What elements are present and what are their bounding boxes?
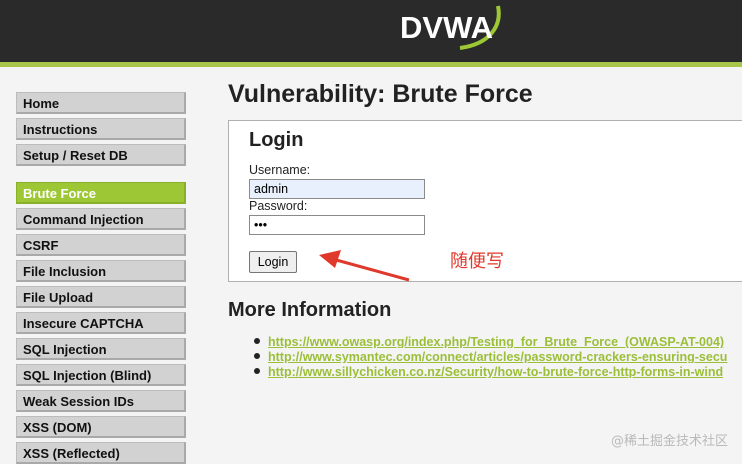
more-info-links: https://www.owasp.org/index.php/Testing_… [252,333,742,378]
sidebar-item-xss-reflected[interactable]: XSS (Reflected) [16,442,186,464]
annotation-text: 随便写 [450,251,504,272]
dvwa-logo-graphic: DVWA [400,5,501,50]
sidebar-group-general: Home Instructions Setup / Reset DB [16,92,186,166]
annotation-arrow-icon [319,250,410,282]
header-accent-stripe [0,62,742,67]
owasp-link[interactable]: https://www.owasp.org/index.php/Testing_… [268,335,724,348]
sidebar-item-weak-session-ids[interactable]: Weak Session IDs [16,390,186,412]
sidebar-item-file-inclusion[interactable]: File Inclusion [16,260,186,282]
logo-text: DVWA [400,10,493,45]
sidebar-item-command-injection[interactable]: Command Injection [16,208,186,230]
symantec-link[interactable]: http://www.symantec.com/connect/articles… [268,350,727,363]
page-title: Vulnerability: Brute Force [228,80,533,108]
sidebar-item-instructions[interactable]: Instructions [16,118,186,140]
sidebar-item-insecure-captcha[interactable]: Insecure CAPTCHA [16,312,186,334]
list-item: http://www.symantec.com/connect/articles… [252,348,742,363]
sidebar-item-csrf[interactable]: CSRF [16,234,186,256]
sidebar-item-brute-force[interactable]: Brute Force [16,182,186,204]
login-heading: Login [249,129,304,151]
sidebar-item-file-upload[interactable]: File Upload [16,286,186,308]
list-item: http://www.sillychicken.co.nz/Security/h… [252,363,742,378]
more-info-heading: More Information [228,299,392,321]
sidebar-item-sql-injection[interactable]: SQL Injection [16,338,186,360]
sidebar-item-sql-injection-blind[interactable]: SQL Injection (Blind) [16,364,186,386]
list-item: https://www.owasp.org/index.php/Testing_… [252,333,742,348]
main-content: Vulnerability: Brute Force Login Usernam… [228,78,742,282]
dvwa-logo: DVWA [398,4,508,50]
sillychicken-link[interactable]: http://www.sillychicken.co.nz/Security/h… [268,365,723,378]
sidebar-item-setup-reset-db[interactable]: Setup / Reset DB [16,144,186,166]
sidebar-item-xss-dom[interactable]: XSS (DOM) [16,416,186,438]
watermark: @稀土掘金技术社区 [610,434,728,449]
sidebar-group-vulnerabilities: Brute Force Command Injection CSRF File … [16,182,186,464]
password-label: Password: [249,199,308,213]
username-input[interactable] [249,179,425,199]
header-bar: DVWA [0,0,742,62]
sidebar-menu: Home Instructions Setup / Reset DB Brute… [16,92,186,464]
password-input[interactable] [249,215,425,235]
login-button[interactable]: Login [249,251,297,273]
username-label: Username: [249,163,311,177]
sidebar-item-home[interactable]: Home [16,92,186,114]
